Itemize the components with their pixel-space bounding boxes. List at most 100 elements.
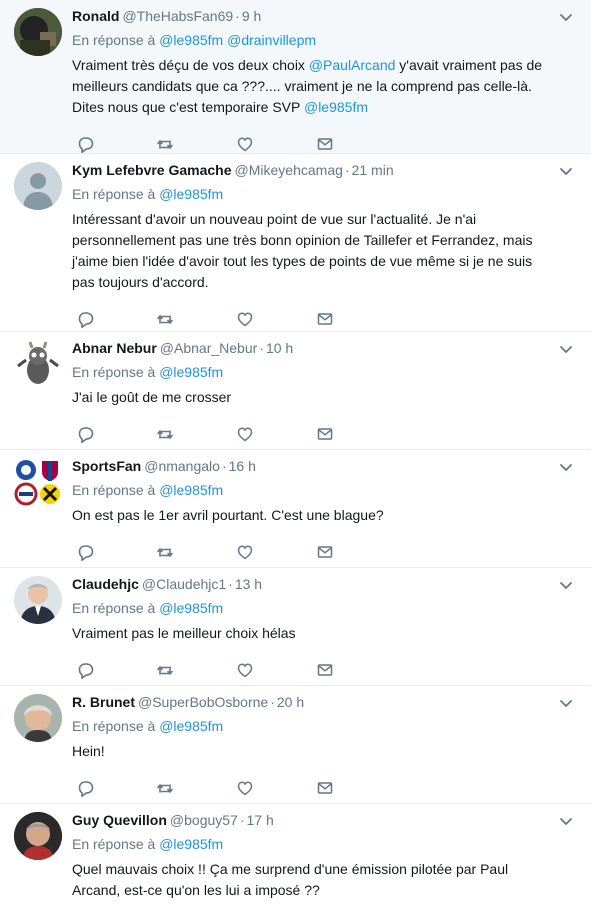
- reply-button[interactable]: [76, 134, 156, 154]
- timestamp[interactable]: 10 h: [266, 340, 293, 356]
- direct-message-button[interactable]: [316, 309, 396, 329]
- username[interactable]: @Abnar_Nebur: [160, 340, 258, 356]
- display-name[interactable]: Ronald: [72, 8, 119, 24]
- direct-message-button[interactable]: [316, 660, 396, 680]
- display-name[interactable]: SportsFan: [72, 458, 141, 474]
- like-button[interactable]: [236, 134, 316, 154]
- tweet[interactable]: R. Brunet @SuperBobOsborne · 20 h En répons…: [0, 686, 591, 804]
- tweet[interactable]: Abnar Nebur @Abnar_Nebur · 10 h En réponse …: [0, 332, 591, 450]
- chevron-down-icon[interactable]: [559, 696, 573, 710]
- retweet-button[interactable]: [156, 778, 236, 798]
- username[interactable]: @SuperBobOsborne: [138, 694, 268, 710]
- reply-icon: [78, 137, 94, 153]
- reply-button[interactable]: [76, 424, 156, 444]
- reply-button[interactable]: [76, 542, 156, 562]
- reply-mention[interactable]: @drainvillepm: [227, 32, 316, 48]
- timestamp[interactable]: 16 h: [229, 458, 256, 474]
- chevron-down-icon[interactable]: [559, 10, 573, 24]
- like-button[interactable]: [236, 424, 316, 444]
- reply-mention[interactable]: @le985fm: [159, 600, 223, 616]
- tweet[interactable]: Guy Quevillon @boguy57 · 17 h En réponse à …: [0, 804, 591, 904]
- heart-icon: [237, 545, 253, 560]
- envelope-icon: [317, 138, 333, 150]
- tweet[interactable]: SportsFan @nmangalo · 16 h En réponse à @le…: [0, 450, 591, 568]
- avatar[interactable]: [14, 694, 62, 742]
- direct-message-button[interactable]: [316, 778, 396, 798]
- heart-icon: [237, 137, 253, 152]
- tweet[interactable]: Claudehjc @Claudehjc1 · 13 h En réponse à @…: [0, 568, 591, 686]
- reply-icon: [78, 427, 94, 443]
- display-name[interactable]: Claudehjc: [72, 576, 139, 592]
- separator: ·: [221, 458, 227, 474]
- timestamp[interactable]: 20 h: [277, 694, 304, 710]
- avatar[interactable]: [14, 458, 62, 506]
- direct-message-button[interactable]: [316, 134, 396, 154]
- timestamp[interactable]: 21 min: [352, 162, 394, 178]
- username[interactable]: @Claudehjc1: [142, 576, 226, 592]
- envelope-icon: [317, 546, 333, 558]
- reply-icon: [78, 663, 94, 679]
- avatar[interactable]: [14, 576, 62, 624]
- reply-mention[interactable]: @le985fm: [159, 718, 223, 734]
- direct-message-button[interactable]: [316, 542, 396, 562]
- reply-mention[interactable]: @le985fm: [159, 186, 223, 202]
- tweet[interactable]: Kym Lefebvre Gamache @Mikeyehcamag · 21 min…: [0, 154, 591, 332]
- separator: ·: [259, 340, 264, 356]
- reply-prefix: En réponse à: [72, 186, 156, 202]
- reply-context: En réponse à @le985fm: [72, 835, 551, 853]
- display-name[interactable]: Kym Lefebvre Gamache: [72, 162, 232, 178]
- like-button[interactable]: [236, 309, 316, 329]
- tweet[interactable]: Ronald @TheHabsFan69 · 9 h En réponse à @le…: [0, 0, 591, 154]
- reply-context: En réponse à @le985fm: [72, 717, 551, 735]
- separator: ·: [239, 812, 245, 828]
- reply-context: En réponse à @le985fm: [72, 599, 551, 617]
- reply-mention[interactable]: @le985fm: [159, 32, 223, 48]
- reply-button[interactable]: [76, 660, 156, 680]
- retweet-button[interactable]: [156, 542, 236, 562]
- retweet-button[interactable]: [156, 424, 236, 444]
- retweet-button[interactable]: [156, 660, 236, 680]
- timestamp[interactable]: 13 h: [235, 576, 262, 592]
- mention-link[interactable]: @le985fm: [304, 99, 368, 115]
- avatar[interactable]: [14, 340, 62, 388]
- avatar[interactable]: [14, 162, 62, 210]
- avatar[interactable]: [14, 8, 62, 56]
- username[interactable]: @Mikeyehcamag: [235, 162, 343, 178]
- like-button[interactable]: [236, 660, 316, 680]
- reply-mention[interactable]: @le985fm: [159, 364, 223, 380]
- username[interactable]: @boguy57: [170, 812, 238, 828]
- timestamp[interactable]: 9 h: [242, 8, 261, 24]
- chevron-down-icon[interactable]: [559, 342, 573, 356]
- display-name[interactable]: Abnar Nebur: [72, 340, 157, 356]
- retweet-icon: [157, 784, 173, 793]
- reply-button[interactable]: [76, 778, 156, 798]
- username[interactable]: @TheHabsFan69: [122, 8, 233, 24]
- timestamp[interactable]: 17 h: [247, 812, 274, 828]
- reply-context: En réponse à @le985fm: [72, 363, 551, 381]
- retweet-button[interactable]: [156, 309, 236, 329]
- like-button[interactable]: [236, 542, 316, 562]
- reply-icon: [78, 545, 94, 561]
- chevron-down-icon[interactable]: [559, 814, 573, 828]
- retweet-button[interactable]: [156, 134, 236, 154]
- reply-icon: [78, 781, 94, 797]
- display-name[interactable]: R. Brunet: [72, 694, 135, 710]
- chevron-down-icon[interactable]: [559, 578, 573, 592]
- reply-prefix: En réponse à: [72, 836, 156, 852]
- tweet-actions: [76, 650, 551, 690]
- reply-mention[interactable]: @le985fm: [159, 482, 223, 498]
- chevron-down-icon[interactable]: [559, 460, 573, 474]
- reply-button[interactable]: [76, 309, 156, 329]
- separator: ·: [344, 162, 350, 178]
- like-button[interactable]: [236, 778, 316, 798]
- chevron-down-icon[interactable]: [559, 164, 573, 178]
- separator: ·: [235, 8, 240, 24]
- username[interactable]: @nmangalo: [144, 458, 220, 474]
- display-name[interactable]: Guy Quevillon: [72, 812, 167, 828]
- tweet-text: Intéressant d'avoir un nouveau point de …: [72, 211, 533, 290]
- mention-link[interactable]: @PaulArcand: [309, 57, 396, 73]
- reply-mention[interactable]: @le985fm: [159, 836, 223, 852]
- avatar[interactable]: [14, 812, 62, 860]
- retweet-icon: [157, 315, 173, 324]
- direct-message-button[interactable]: [316, 424, 396, 444]
